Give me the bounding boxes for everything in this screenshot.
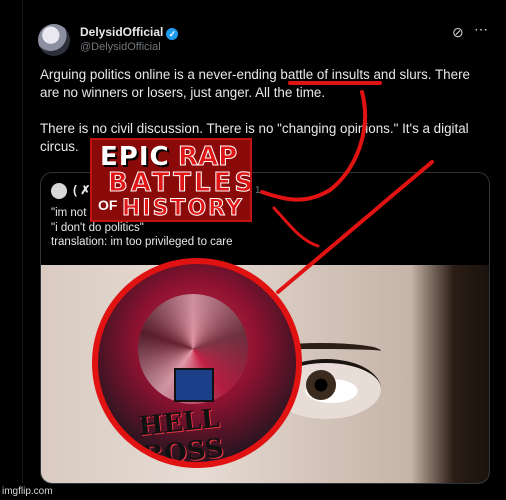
arrow-curve-annotation	[260, 90, 367, 202]
pointer-line-annotation	[276, 160, 434, 294]
arrow-tail-annotation	[272, 206, 320, 248]
red-annotations	[260, 81, 434, 294]
watermark: imgflip.com	[2, 486, 53, 497]
